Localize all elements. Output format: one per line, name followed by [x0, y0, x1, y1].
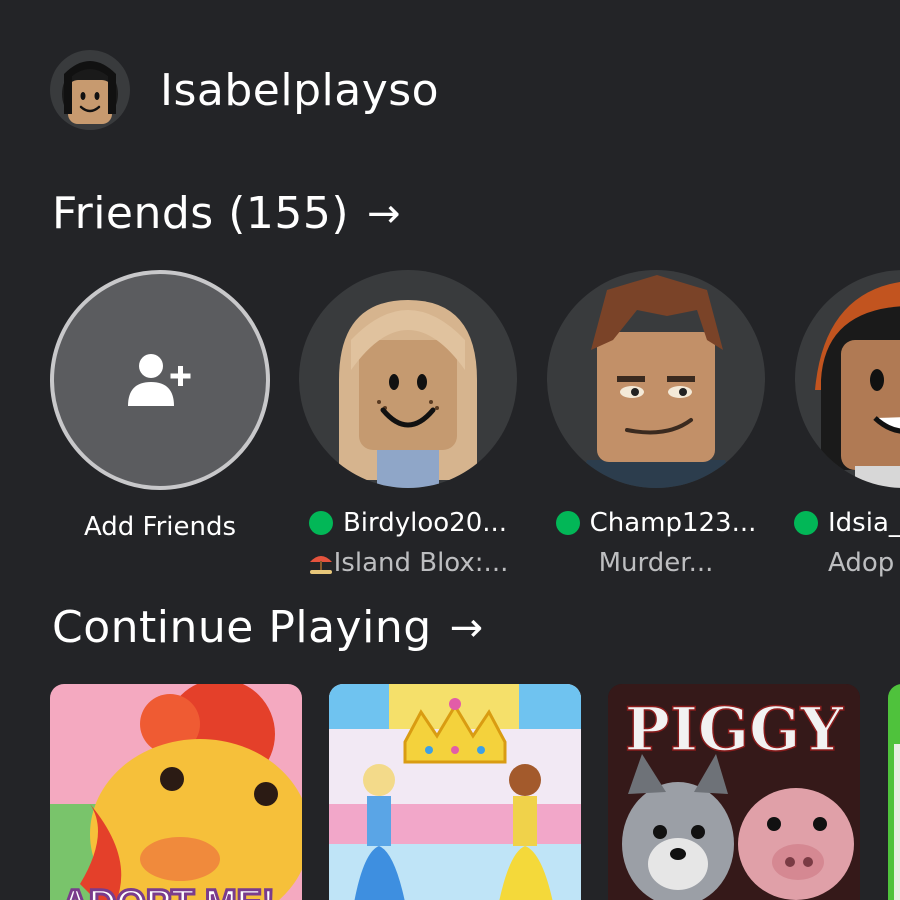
game-thumbnail: ADOPT ME!: [50, 684, 302, 900]
friend-tile[interactable]: Champ123... Murder...: [546, 270, 766, 578]
continue-playing-label: Continue Playing: [52, 602, 432, 653]
game-tile-piggy[interactable]: PIGGY: [608, 684, 860, 900]
add-friends-label: Add Friends: [83, 512, 237, 542]
friend-status-label: Adop: [828, 548, 895, 578]
game-thumbnail: PIGGY: [608, 684, 860, 900]
game-title-label: PIGGY: [625, 695, 845, 765]
profile-header[interactable]: Isabelplayso: [50, 48, 439, 132]
friend-tile[interactable]: Idsia_ Adop: [794, 270, 900, 578]
friends-title-label: Friends (155): [52, 188, 350, 239]
add-friend-icon: [128, 354, 191, 406]
friend-name-label: Idsia_: [828, 508, 900, 538]
arrow-right-icon: →: [449, 604, 484, 651]
game-tile-partial[interactable]: [888, 684, 900, 900]
friend-status[interactable]: Murder...: [546, 548, 766, 578]
arrow-right-icon: →: [367, 190, 402, 237]
friend-avatar[interactable]: [299, 270, 517, 488]
avatar-head-icon: [339, 300, 477, 488]
game-thumbnail: [329, 684, 581, 900]
friends-section-title[interactable]: Friends (155) →: [52, 188, 401, 239]
friend-tile[interactable]: Birdyloo20... Island Blox:...: [298, 270, 518, 578]
online-status-icon: [308, 511, 333, 535]
friend-avatar[interactable]: [795, 270, 900, 488]
friend-name-label: Birdyloo20...: [342, 508, 508, 538]
friend-name: Idsia_: [794, 508, 900, 538]
friend-avatar[interactable]: [547, 270, 765, 488]
continue-playing-title[interactable]: Continue Playing →: [52, 602, 484, 653]
friend-status[interactable]: Adop: [794, 548, 900, 578]
user-display-name[interactable]: Isabelplayso: [160, 65, 439, 116]
game-tile-princess[interactable]: [329, 684, 581, 900]
user-avatar[interactable]: [50, 50, 130, 130]
home-screen: Isabelplayso Friends (155) → Add Friends: [0, 0, 900, 900]
avatar-head-icon: [62, 61, 118, 124]
friend-name: Birdyloo20...: [298, 508, 518, 538]
friend-status-label: Murder...: [598, 548, 714, 578]
friend-name: Champ123...: [546, 508, 766, 538]
online-status-icon: [794, 511, 818, 535]
game-title-label: ADOPT ME!: [61, 883, 274, 900]
avatar-head-icon: [577, 275, 735, 488]
friend-name-label: Champ123...: [589, 508, 757, 538]
game-thumbnail: [888, 684, 900, 900]
add-friends-button[interactable]: [50, 270, 270, 490]
friend-status-label: Island Blox:...: [333, 548, 509, 578]
add-friends-tile[interactable]: Add Friends: [50, 270, 270, 542]
game-tile-adopt-me[interactable]: ADOPT ME!: [50, 684, 302, 900]
avatar-head-icon: [815, 282, 900, 488]
online-status-icon: [555, 511, 580, 535]
friend-status[interactable]: Island Blox:...: [298, 548, 518, 578]
beach-umbrella-icon: [309, 556, 332, 574]
